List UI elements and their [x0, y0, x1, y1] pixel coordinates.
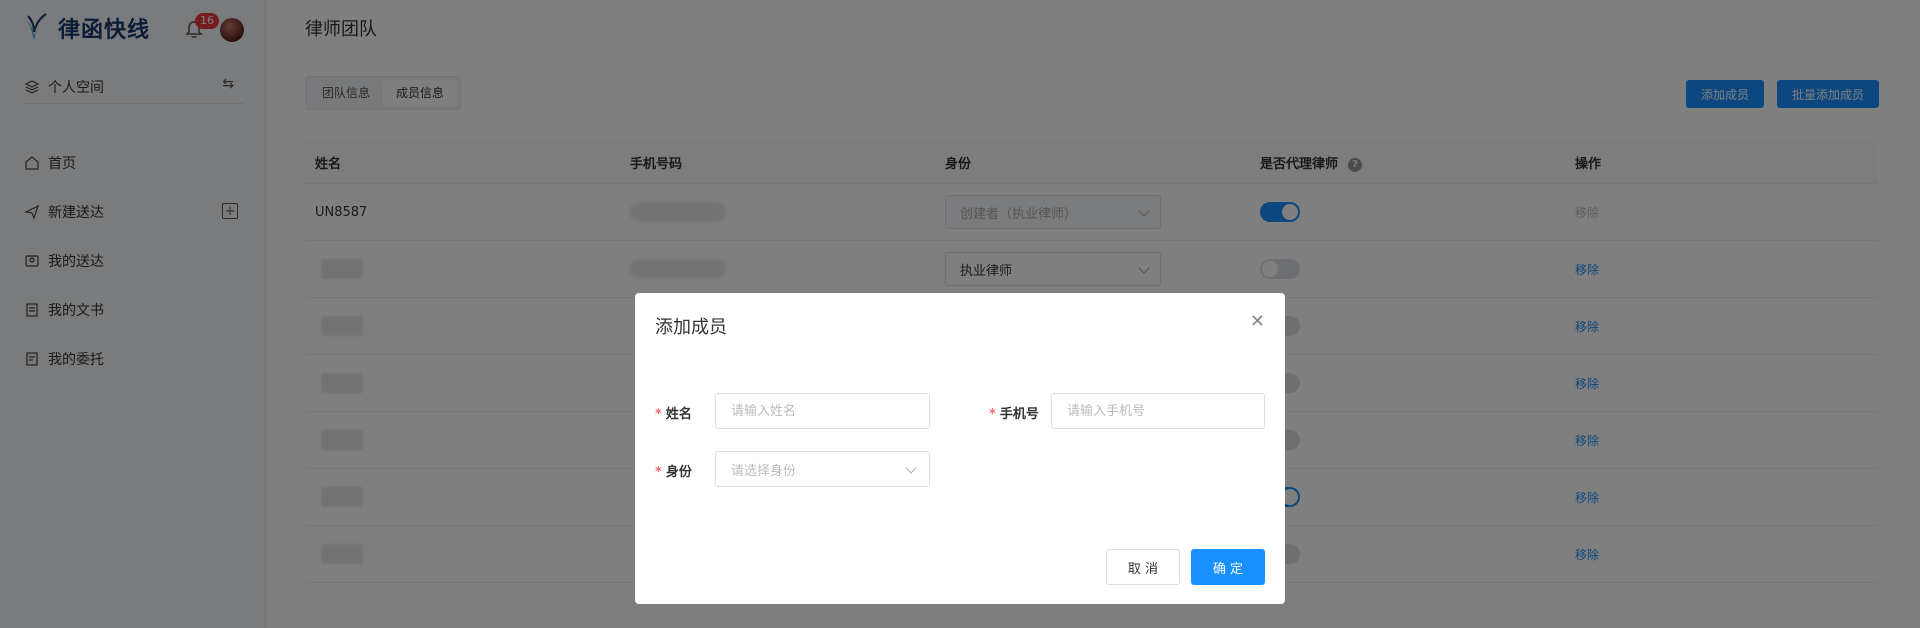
- name-input[interactable]: [715, 393, 930, 429]
- close-icon[interactable]: ✕: [1250, 313, 1265, 331]
- cancel-button[interactable]: 取 消: [1106, 549, 1180, 585]
- role-select-placeholder: 请选择身份: [731, 463, 797, 479]
- phone-label-text: 手机号: [999, 407, 1039, 422]
- role-select[interactable]: 请选择身份: [715, 451, 930, 487]
- phone-input[interactable]: [1051, 393, 1265, 429]
- phone-label: * 手机号: [989, 403, 1039, 422]
- role-label-text: 身份: [665, 465, 692, 480]
- chevron-down-icon: [905, 462, 917, 474]
- required-mark: *: [655, 407, 662, 422]
- name-label: * 姓名: [655, 403, 692, 422]
- required-mark: *: [655, 465, 662, 480]
- name-label-text: 姓名: [665, 407, 692, 422]
- confirm-button[interactable]: 确 定: [1191, 549, 1265, 585]
- role-label: * 身份: [655, 461, 692, 480]
- required-mark: *: [989, 407, 996, 422]
- add-member-dialog: 添加成员 ✕ *姓名 *手机号 *身份 请选择身份 取 消 确 定: [635, 293, 1285, 604]
- dialog-title: 添加成员: [655, 317, 727, 338]
